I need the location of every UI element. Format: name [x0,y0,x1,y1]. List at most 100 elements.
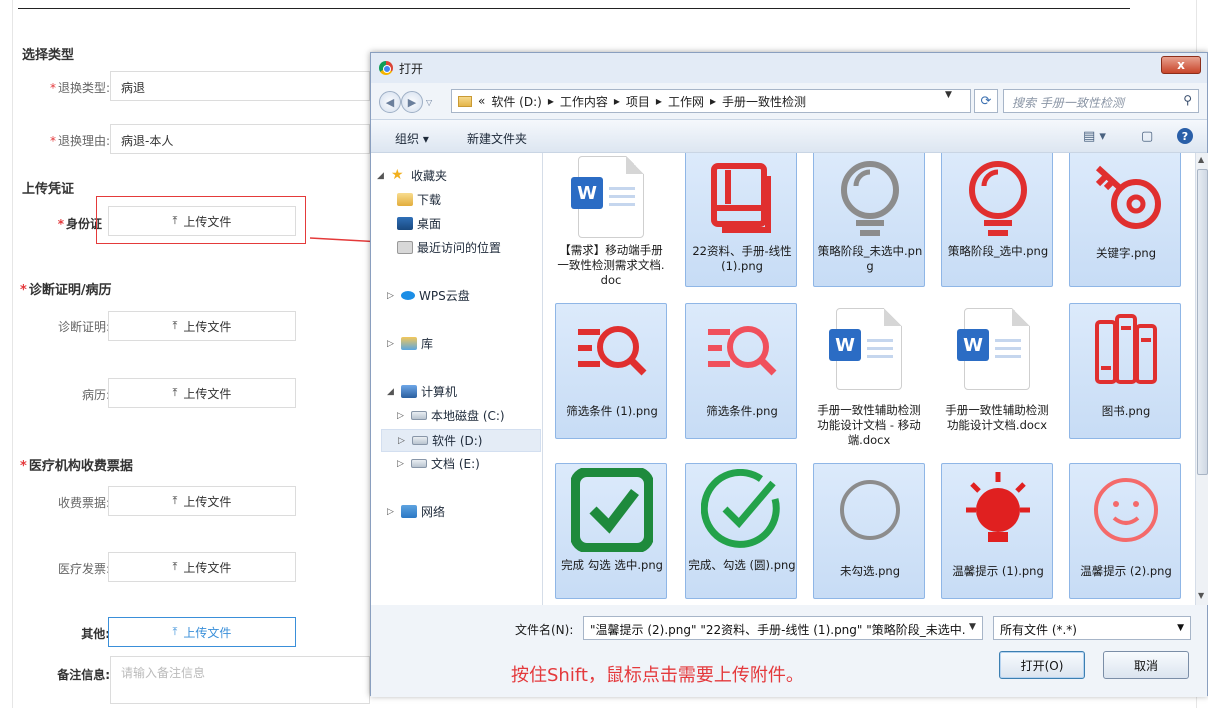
dialog-toolbar: 组织 ▾ 新建文件夹 ▤ ▾ ▢ ? [371,119,1207,153]
folder-icon [458,95,472,107]
upload-icon: ⤒ [172,625,178,638]
key-icon [1084,156,1168,240]
scroll-thumb[interactable] [1197,169,1208,475]
file-item[interactable]: W 【需求】移动端手册一致性检测需求文档.doc [555,153,667,287]
diagnosis-upload-button[interactable]: ⤒ 上传文件 [108,311,296,341]
expand-arrow-icon: ▷ [387,290,394,301]
scroll-down-icon[interactable]: ▼ [1198,591,1204,600]
library-icon [401,337,417,350]
nav-favorites[interactable]: ◢ ★ 收藏夹 [377,167,447,184]
receipt-upload-button[interactable]: ⤒ 上传文件 [108,486,296,516]
filter-search-red-icon [570,308,654,392]
word-docx-icon: W [827,307,911,391]
nav-drive-d[interactable]: ▷ 软件 (D:) [381,429,541,452]
nav-desktop[interactable]: 桌面 [397,215,441,232]
expand-arrow-icon: ▷ [397,458,404,469]
filetype-select[interactable]: 所有文件 (*.*) ▼ [993,616,1191,640]
file-item[interactable]: W 手册一致性辅助检测功能设计文档 - 移动端.docx [813,303,925,447]
computer-icon [401,385,417,398]
organize-menu[interactable]: 组织 ▾ [395,130,429,147]
chevron-right-icon: ▸ [655,94,662,108]
cancel-button[interactable]: 取消 [1103,651,1189,679]
address-bar[interactable]: « 软件 (D:) ▸ 工作内容 ▸ 项目 ▸ 工作网 ▸ 手册一致性检测 [451,89,971,113]
path-segment[interactable]: 工作内容 [560,93,608,110]
annotation-hint: 按住Shift，鼠标点击需要上传附件。 [511,665,804,686]
upload-icon: ⤒ [172,386,178,399]
chevron-down-icon[interactable]: ▼ [945,90,952,100]
back-icon[interactable]: ◀ [379,91,401,113]
file-item[interactable]: 完成、勾选 (圆).png [685,463,797,599]
file-list-pane: W 【需求】移动端手册一致性检测需求文档.doc 22资料、手册-线性 (1).… [543,153,1195,605]
dialog-title: 打开 [399,62,424,76]
file-item[interactable]: 温馨提示 (2).png [1069,463,1181,599]
check-square-green-icon [570,468,654,552]
nav-drive-e[interactable]: ▷ 文档 (E:) [397,455,480,472]
file-item[interactable]: 温馨提示 (1).png [941,463,1053,599]
open-button[interactable]: 打开(O) [999,651,1085,679]
word-doc-icon: W [569,155,653,239]
navigation-pane: ◢ ★ 收藏夹 下载 桌面 最近访问的位置 ▷ WPS云盘 ▷ 库 ◢ 计算机 ▷ 本地磁盘… [371,153,543,605]
dialog-titlebar: 打开 x [371,53,1207,83]
filename-dropdown-icon[interactable]: ▼ [969,622,976,632]
scroll-up-icon[interactable]: ▲ [1198,155,1204,164]
file-item[interactable]: 策略阶段_选中.png [941,153,1053,287]
drive-icon [411,411,427,420]
file-item[interactable]: 策略阶段_未选中.png [813,153,925,287]
history-dropdown-icon[interactable]: ▽ [426,98,432,107]
file-list-scrollbar[interactable]: ▲ ▼ [1195,153,1208,605]
bulb-shine-icon [956,468,1040,552]
drive-icon [411,459,427,468]
path-segment[interactable]: 手册一致性检测 [722,93,806,110]
invoice-label: 医疗发票: [57,562,110,576]
new-folder-button[interactable]: 新建文件夹 [467,130,527,147]
file-item[interactable]: 未勾选.png [813,463,925,599]
file-item[interactable]: W 手册一致性辅助检测功能设计文档.docx [941,303,1053,439]
receipt-label: 收费票据: [57,496,110,510]
other-upload-button[interactable]: ⤒ 上传文件 [108,617,296,647]
path-segment[interactable]: 项目 [626,93,650,110]
nav-downloads[interactable]: 下载 [397,191,441,208]
view-options-icon[interactable]: ▤ ▾ [1083,129,1106,144]
search-input[interactable]: 搜索 手册一致性检测 ⚲ [1003,89,1199,113]
file-item[interactable]: 图书.png [1069,303,1181,439]
chevron-down-icon: ▼ [1177,623,1184,633]
smile-icon [1084,468,1168,552]
nav-recent[interactable]: 最近访问的位置 [397,239,501,256]
file-item[interactable]: 22资料、手册-线性 (1).png [685,153,797,287]
chevron-right-icon: ▸ [709,94,716,108]
filter-search-pink-icon [700,308,784,392]
path-overflow: « [478,94,486,108]
notes-label: 备注信息: [57,668,110,682]
upload-icon: ⤒ [172,560,178,573]
refresh-icon[interactable]: ⟳ [974,89,998,113]
filename-input[interactable]: "温馨提示 (2).png" "22资料、手册-线性 (1).png" "策略阶… [583,616,983,640]
file-item[interactable]: 筛选条件.png [685,303,797,439]
forward-icon[interactable]: ▶ [401,91,423,113]
medical-record-upload-button[interactable]: ⤒ 上传文件 [108,378,296,408]
path-segment[interactable]: 软件 (D:) [491,93,541,110]
diagnosis-label: 诊断证明: [57,320,110,334]
nav-computer[interactable]: ◢ 计算机 [387,383,457,400]
open-file-dialog: 打开 x ◀ ▶ ▽ « 软件 (D:) ▸ 工作内容 ▸ 项目 ▸ 工作网 ▸ 手册一… [370,52,1208,697]
file-item[interactable]: 关键字.png [1069,153,1181,287]
invoice-upload-button[interactable]: ⤒ 上传文件 [108,552,296,582]
file-item[interactable]: 筛选条件 (1).png [555,303,667,439]
chevron-right-icon: ▸ [613,94,620,108]
nav-library[interactable]: ▷ 库 [387,335,433,352]
nav-drive-c[interactable]: ▷ 本地磁盘 (C:) [397,407,505,424]
expand-arrow-icon: ▷ [397,410,404,421]
file-item[interactable]: 完成 勾选 选中.png [555,463,667,599]
other-label: 其他: [81,627,110,641]
network-icon [401,505,417,518]
nav-wps-cloud[interactable]: ▷ WPS云盘 [387,287,470,304]
address-row: ◀ ▶ ▽ « 软件 (D:) ▸ 工作内容 ▸ 项目 ▸ 工作网 ▸ 手册一致性检测 … [371,83,1207,119]
nav-network[interactable]: ▷ 网络 [387,503,445,520]
close-button[interactable]: x [1161,56,1201,74]
notes-textarea[interactable]: 请输入备注信息 [110,656,370,704]
book-icon [700,156,784,240]
help-icon[interactable]: ? [1177,128,1193,144]
word-docx-icon: W [955,307,1039,391]
search-icon: ⚲ [1183,93,1192,107]
path-segment[interactable]: 工作网 [668,93,704,110]
preview-pane-icon[interactable]: ▢ [1141,129,1153,144]
